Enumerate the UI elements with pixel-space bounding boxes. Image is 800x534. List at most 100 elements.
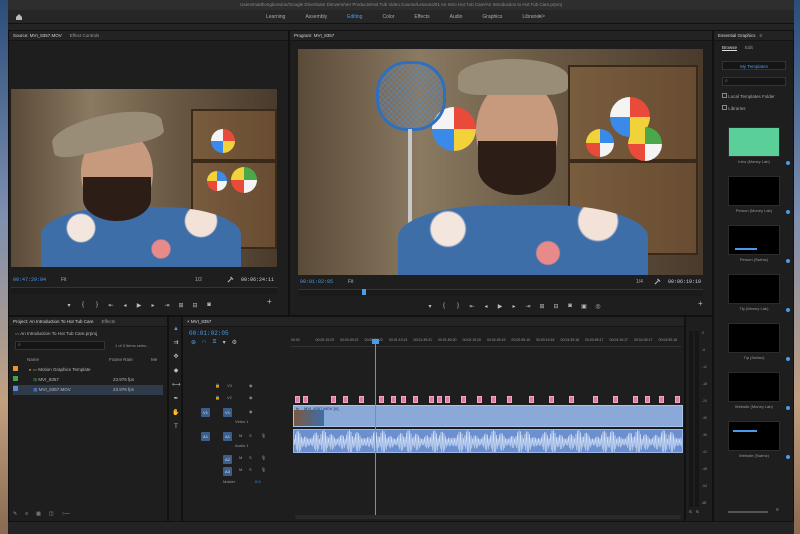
mic-icon[interactable]: 🎙: [261, 433, 266, 438]
solo-left-button[interactable]: S: [689, 509, 692, 514]
timeline-marker[interactable]: [391, 396, 396, 403]
template-search-input[interactable]: ⌕: [722, 77, 786, 86]
mark-in-icon[interactable]: {: [79, 302, 87, 308]
playhead-handle[interactable]: [372, 339, 379, 344]
lock-icon[interactable]: 🔒: [215, 395, 220, 400]
tab-program[interactable]: Program: MVI_8357: [290, 31, 338, 40]
add-marker-icon[interactable]: ▾: [223, 339, 226, 346]
lift-icon[interactable]: ⊞: [538, 303, 546, 310]
audio-clip[interactable]: [293, 429, 683, 453]
program-playhead-marker[interactable]: [362, 289, 366, 295]
source-scrub-bar[interactable]: [11, 287, 277, 294]
timeline-marker[interactable]: [437, 396, 442, 403]
workspace-tab-graphics[interactable]: Graphics: [472, 10, 512, 24]
template-card-person-swimz[interactable]: Person (Swimz): [728, 225, 790, 263]
timeline-marker[interactable]: [413, 396, 418, 403]
mic-icon[interactable]: 🎙: [261, 455, 266, 460]
mute-button[interactable]: M: [239, 433, 242, 438]
overwrite-icon[interactable]: ⊟: [191, 302, 199, 309]
solo-button[interactable]: S: [249, 467, 252, 472]
timeline-marker[interactable]: [477, 396, 482, 403]
workspace-tab-audio[interactable]: Audio: [440, 10, 473, 24]
zoom-slider[interactable]: ○—: [62, 511, 70, 517]
tab-project[interactable]: Project: An Introduction To Hot Tub Care: [9, 317, 97, 326]
track-target-a2[interactable]: A2: [223, 455, 232, 464]
linked-selection-icon[interactable]: ⧖: [212, 339, 216, 346]
camera-icon[interactable]: ◙: [566, 303, 574, 309]
timeline-marker[interactable]: [569, 396, 574, 403]
essential-graphics-title[interactable]: Essential Graphics: [714, 31, 760, 40]
tab-edit[interactable]: Edit: [745, 45, 753, 51]
source-add-button-icon[interactable]: +: [267, 297, 272, 306]
timeline-marker[interactable]: [507, 396, 512, 403]
info-icon[interactable]: [786, 357, 790, 361]
tab-effects[interactable]: Effects: [97, 317, 119, 326]
tab-sequence[interactable]: × MVI_8357: [183, 317, 215, 326]
timeline-scrollbar[interactable]: [295, 515, 681, 519]
workspace-overflow-button[interactable]: >>: [538, 10, 545, 24]
extract-icon[interactable]: ⊟: [552, 303, 560, 310]
info-icon[interactable]: [786, 210, 790, 214]
timeline-marker[interactable]: [675, 396, 680, 403]
freeform-view-icon[interactable]: ◫: [49, 511, 54, 517]
step-forward-icon[interactable]: ▸: [149, 302, 157, 309]
step-back-icon[interactable]: ◂: [121, 302, 129, 309]
program-add-button-icon[interactable]: +: [698, 299, 703, 308]
tab-effect-controls[interactable]: Effect Controls: [66, 31, 103, 40]
checkbox-box[interactable]: [722, 93, 727, 98]
play-icon[interactable]: ▶: [496, 303, 504, 310]
mark-out-icon[interactable]: }: [93, 302, 101, 308]
source-patch-a1[interactable]: A1: [201, 432, 210, 441]
settings-wrench-icon[interactable]: ⚙: [232, 339, 237, 346]
timeline-marker[interactable]: [401, 396, 406, 403]
workspace-tab-learning[interactable]: Learning: [256, 10, 295, 24]
track-target-a3[interactable]: A3: [223, 467, 232, 476]
template-card-tip-swimz[interactable]: Tip (Swimz): [728, 323, 790, 361]
solo-button[interactable]: S: [249, 433, 252, 438]
source-resolution-select[interactable]: 1/2: [195, 277, 202, 283]
timeline-marker[interactable]: [303, 396, 308, 403]
timeline-marker[interactable]: [593, 396, 598, 403]
tab-source[interactable]: Source: MVI_8357.MOV: [9, 31, 66, 40]
source-timecode[interactable]: 00:47:29:04: [13, 277, 46, 283]
program-scrub-bar[interactable]: [298, 289, 703, 296]
info-icon[interactable]: [786, 259, 790, 263]
type-tool-icon[interactable]: T: [172, 423, 180, 431]
timeline-marker[interactable]: [659, 396, 664, 403]
snap-icon[interactable]: ∩: [202, 339, 206, 346]
vr-icon[interactable]: ◎: [594, 303, 602, 310]
solo-right-button[interactable]: S: [696, 509, 699, 514]
timeline-marker[interactable]: [331, 396, 336, 403]
timeline-marker[interactable]: [445, 396, 450, 403]
pencil-icon[interactable]: ✎: [13, 511, 17, 517]
checkbox-box[interactable]: [722, 105, 727, 110]
nest-icon[interactable]: ⊕: [191, 339, 196, 346]
go-to-in-icon[interactable]: ⇤: [468, 303, 476, 310]
go-to-out-icon[interactable]: ⇥: [163, 302, 171, 309]
camera-icon[interactable]: ◙: [205, 302, 213, 308]
timeline-ruler[interactable]: 00:0000:00:19:2300:00:39:2200:00:59:2200…: [291, 331, 681, 347]
step-forward-icon[interactable]: ▸: [510, 303, 518, 310]
mute-button[interactable]: M: [239, 467, 242, 472]
timeline-marker[interactable]: [379, 396, 384, 403]
timeline-marker[interactable]: [633, 396, 638, 403]
timeline-marker[interactable]: [613, 396, 618, 403]
template-card-tip-money-lab[interactable]: Tip (Money Lab): [728, 274, 790, 312]
timeline-marker[interactable]: [529, 396, 534, 403]
track-target-v1[interactable]: V1: [223, 408, 232, 417]
mic-icon[interactable]: 🎙: [261, 467, 266, 472]
wrench-icon[interactable]: [227, 276, 234, 283]
libraries-checkbox[interactable]: Libraries: [722, 105, 746, 111]
pen-tool-icon[interactable]: ✒: [172, 395, 180, 403]
solo-button[interactable]: S: [249, 455, 252, 460]
list-item[interactable]: ▸ ▭ Motion Graphics Template: [13, 365, 163, 375]
tab-browse[interactable]: Browse: [722, 45, 738, 51]
hand-tool-icon[interactable]: ✋: [172, 409, 180, 417]
video-clip[interactable]: fx MVI_8357.MOV [V]: [293, 405, 683, 427]
eye-icon[interactable]: ◉: [249, 395, 253, 400]
timeline-marker[interactable]: [343, 396, 348, 403]
workspace-tab-effects[interactable]: Effects: [404, 10, 439, 24]
workspace-tab-color[interactable]: Color: [372, 10, 404, 24]
track-target-a1[interactable]: A1: [223, 432, 232, 441]
razor-tool-icon[interactable]: ◆: [172, 367, 180, 375]
